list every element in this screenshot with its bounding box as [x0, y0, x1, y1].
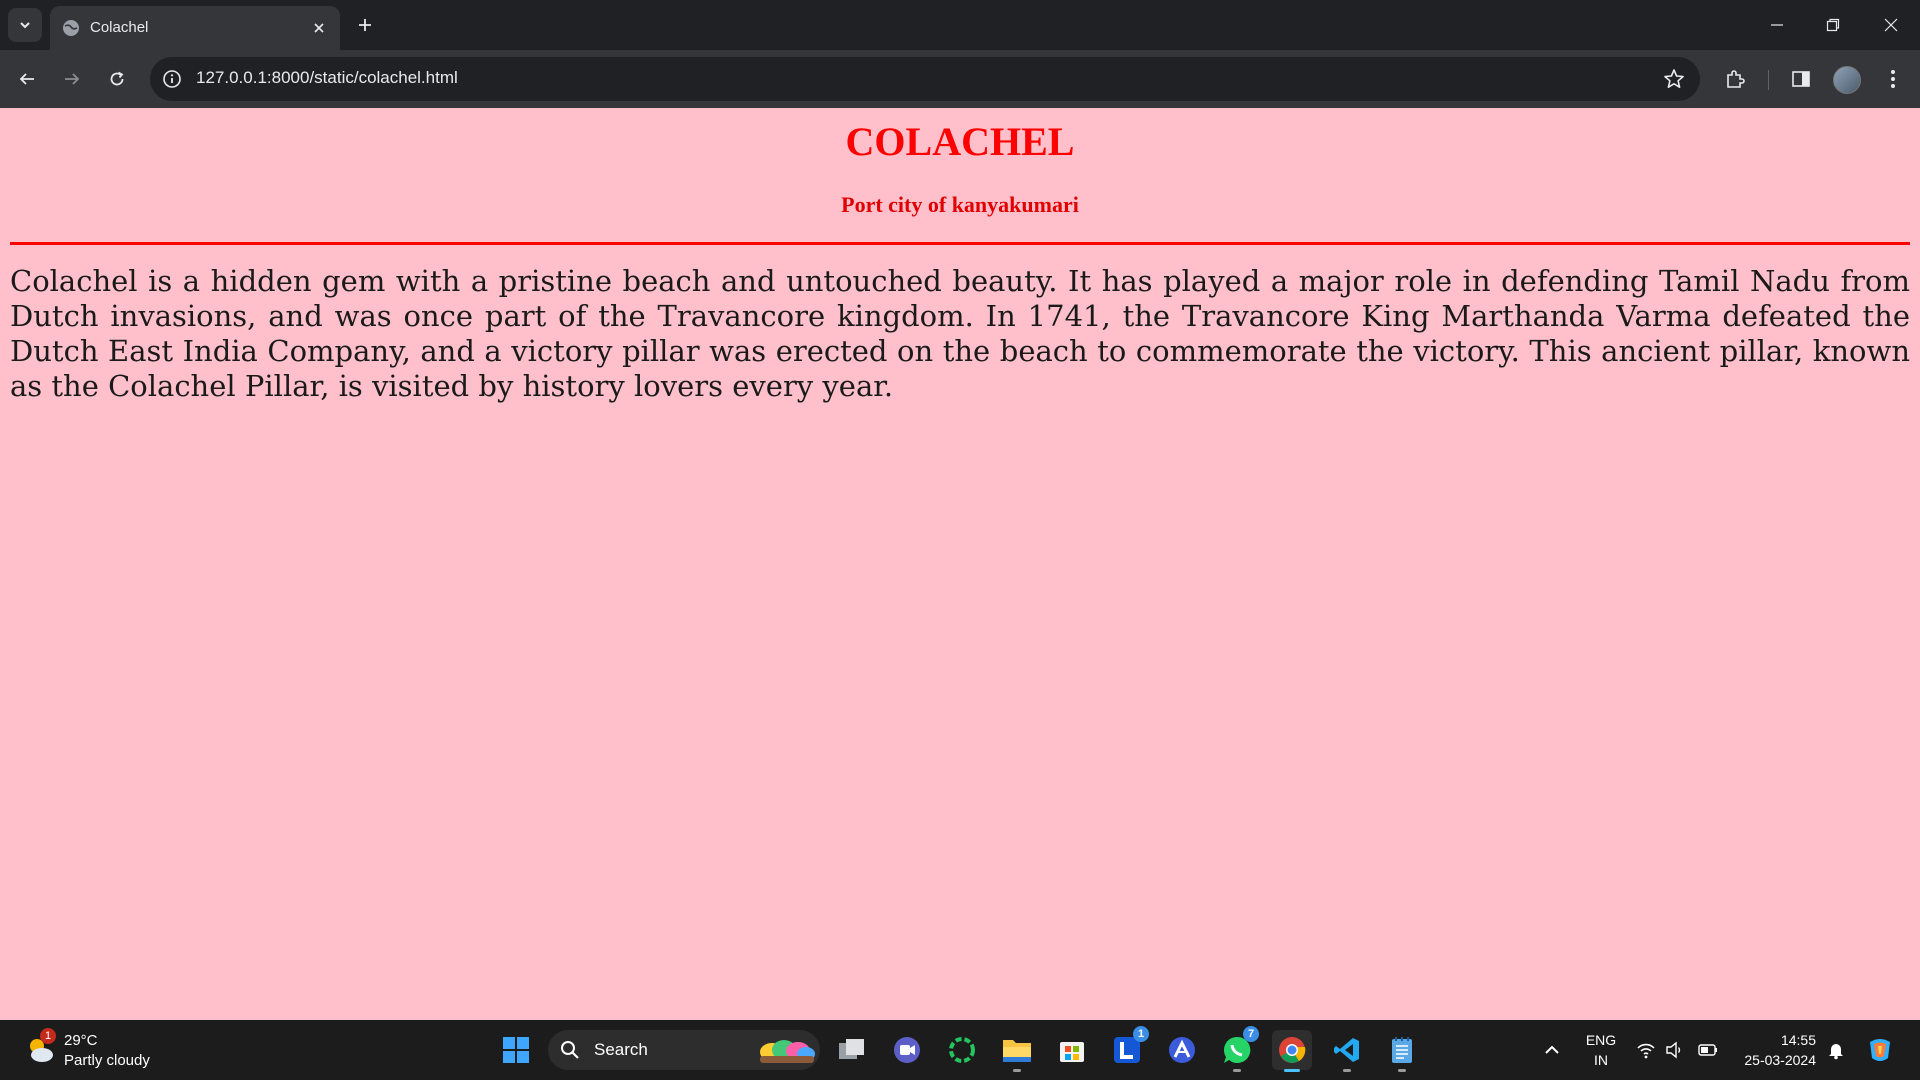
holi-colors-icon — [760, 1040, 815, 1063]
web-page: COLACHEL Port city of kanyakumari Colach… — [0, 108, 1920, 1020]
taskbar-app-vscode[interactable] — [1327, 1030, 1367, 1072]
taskbar-app-store[interactable] — [1052, 1030, 1092, 1070]
forward-button[interactable] — [57, 64, 87, 94]
tab-strip: Colachel — [0, 0, 1920, 50]
region-code: IN — [1594, 1052, 1608, 1068]
triangle-app-icon — [1169, 1037, 1195, 1063]
folder-icon — [1003, 1040, 1031, 1062]
side-panel-button[interactable] — [1786, 64, 1816, 94]
star-icon — [1664, 69, 1684, 88]
menu-button[interactable] — [1878, 64, 1908, 94]
notification-badge: 1 — [1133, 1026, 1149, 1042]
volume-icon[interactable] — [1664, 1040, 1684, 1060]
taskbar-app-file-explorer[interactable] — [997, 1030, 1037, 1072]
page-subtitle: Port city of kanyakumari — [841, 192, 1079, 217]
taskbar-app-l[interactable]: 1 — [1107, 1026, 1149, 1070]
restore-icon — [1826, 18, 1840, 32]
restore-button[interactable] — [1818, 10, 1848, 40]
intro-paragraph: Colachel is a hidden gem with a pristine… — [10, 264, 1910, 403]
info-icon — [163, 70, 181, 88]
start-button[interactable] — [496, 1030, 536, 1070]
puzzle-icon — [1727, 70, 1745, 88]
system-clock[interactable]: 14:55 25-03-2024 — [1730, 1030, 1816, 1070]
new-tab-button[interactable] — [352, 12, 378, 38]
taskbar-app-meet[interactable] — [887, 1030, 927, 1070]
address-bar[interactable]: 127.0.0.1:8000/static/colachel.html — [150, 57, 1700, 101]
running-indicator — [1013, 1069, 1021, 1072]
globe-icon — [63, 20, 79, 36]
arrow-left-icon — [19, 73, 34, 85]
taskbar-app-arc[interactable] — [1162, 1030, 1202, 1070]
taskbar-app-chrome[interactable] — [1272, 1030, 1312, 1072]
reload-icon — [110, 71, 124, 86]
extensions-button[interactable] — [1720, 64, 1750, 94]
running-indicator — [1398, 1069, 1406, 1072]
running-indicator — [1233, 1069, 1241, 1072]
taskbar-app-notepad[interactable] — [1382, 1030, 1422, 1072]
page-title: COLACHEL — [845, 119, 1075, 164]
windows-icon — [503, 1037, 529, 1063]
taskbar-search[interactable]: Search — [548, 1030, 820, 1070]
browser-toolbar: 127.0.0.1:8000/static/colachel.html — [0, 50, 1920, 108]
tab-search-button[interactable] — [8, 8, 42, 42]
close-tab-button[interactable] — [308, 17, 330, 39]
close-window-button[interactable] — [1876, 10, 1906, 40]
notepad-icon — [1392, 1037, 1412, 1063]
weather-badge: 1 — [40, 1028, 56, 1044]
bell-icon[interactable] — [1826, 1040, 1846, 1060]
taskbar-app-whatsapp[interactable]: 7 — [1217, 1026, 1259, 1072]
horizontal-rule — [10, 242, 1910, 245]
minimize-icon — [1771, 24, 1783, 26]
profile-avatar[interactable] — [1833, 66, 1861, 94]
arrow-right-icon — [65, 73, 80, 85]
chrome-icon — [1279, 1037, 1306, 1063]
language-code: ENG — [1585, 1032, 1617, 1048]
reload-button[interactable] — [102, 64, 132, 94]
tab-title: Colachel — [90, 19, 149, 36]
video-call-icon — [894, 1037, 920, 1063]
running-indicator — [1343, 1069, 1351, 1072]
weather-temperature: 29°C — [64, 1032, 98, 1049]
plus-icon — [359, 19, 371, 31]
close-icon — [1884, 18, 1898, 32]
minimize-button[interactable] — [1762, 10, 1792, 40]
taskbar-app-task-view[interactable] — [832, 1030, 872, 1070]
taskbar-app-ring[interactable] — [942, 1030, 982, 1070]
battery-icon[interactable] — [1698, 1040, 1718, 1060]
clock-date: 25-03-2024 — [1744, 1052, 1816, 1068]
ring-icon — [949, 1037, 975, 1063]
vscode-icon — [1334, 1038, 1359, 1062]
weather-widget[interactable]: 1 29°C Partly cloudy — [20, 1028, 160, 1072]
side-panel-icon — [1792, 71, 1810, 87]
input-language[interactable]: ENG IN — [1584, 1030, 1618, 1070]
toolbar-divider — [1768, 70, 1769, 90]
chevron-down-icon — [20, 22, 30, 29]
task-view-icon — [839, 1039, 864, 1059]
site-info-button[interactable] — [160, 67, 184, 91]
back-button[interactable] — [12, 64, 42, 94]
search-label: Search — [594, 1040, 648, 1059]
store-icon — [1060, 1042, 1084, 1062]
more-vert-icon — [1891, 70, 1895, 88]
taskbar: 1 29°C Partly cloudy Search 1 7 ENG IN 1… — [0, 1020, 1920, 1080]
notification-badge: 7 — [1243, 1026, 1259, 1042]
active-tab[interactable]: Colachel — [50, 6, 340, 50]
chevron-up-icon[interactable] — [1540, 1038, 1564, 1062]
url-text[interactable]: 127.0.0.1:8000/static/colachel.html — [196, 68, 458, 88]
wifi-icon[interactable] — [1636, 1040, 1656, 1060]
clock-time: 14:55 — [1780, 1032, 1816, 1048]
active-indicator — [1284, 1069, 1300, 1072]
close-icon — [314, 23, 324, 33]
search-icon — [561, 1041, 579, 1059]
copilot-icon[interactable] — [1864, 1034, 1896, 1066]
bookmark-button[interactable] — [1662, 67, 1686, 91]
weather-condition: Partly cloudy — [64, 1052, 150, 1069]
